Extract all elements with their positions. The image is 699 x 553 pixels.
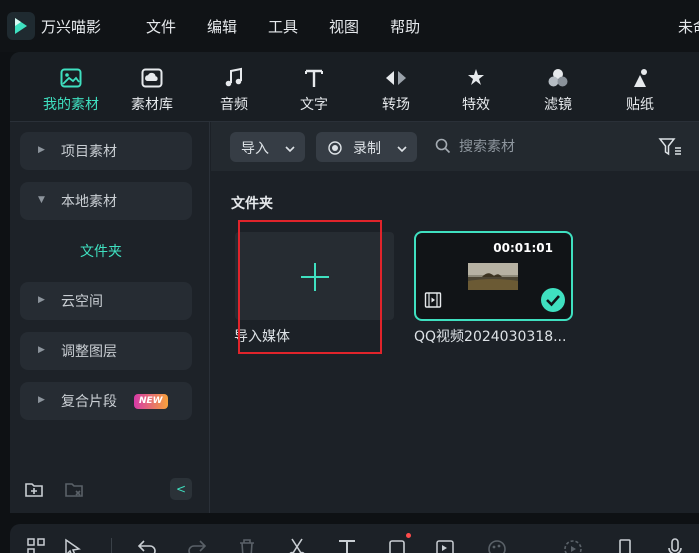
notification-dot xyxy=(406,533,411,538)
sidebar-item-compound-clip[interactable]: ▶ 复合片段 NEW xyxy=(20,382,192,420)
sidebar-item-cloud[interactable]: ▶ 云空间 xyxy=(20,282,192,320)
menu-bar: 文件 编辑 工具 视图 帮助 xyxy=(146,16,451,37)
stock-media-icon xyxy=(140,66,164,90)
tab-label: 转场 xyxy=(382,97,410,113)
sidebar-item-adjustment-layer[interactable]: ▶ 调整图层 xyxy=(20,332,192,370)
redo-icon[interactable] xyxy=(186,537,208,553)
marker-icon[interactable] xyxy=(614,537,636,553)
menu-edit[interactable]: 编辑 xyxy=(207,16,237,37)
media-toolbar: 导入 录制 xyxy=(211,122,699,171)
media-panel: 我的素材 素材库 音频 文字 转场 特效 滤镜 贴纸 ▶ 项目素材 ▼ 本地素材… xyxy=(10,52,699,513)
tab-label: 特效 xyxy=(462,97,490,113)
folder-section-title: 文件夹 xyxy=(231,196,273,212)
import-button[interactable]: 导入 xyxy=(230,132,305,162)
menu-file[interactable]: 文件 xyxy=(146,16,176,37)
tab-stickers[interactable]: 贴纸 xyxy=(604,52,676,122)
sidebar-item-label: 云空间 xyxy=(61,294,103,310)
pointer-icon[interactable] xyxy=(62,537,84,553)
text-tool-icon[interactable] xyxy=(336,537,358,553)
record-icon xyxy=(328,140,342,155)
chevron-down-icon xyxy=(284,140,296,153)
tab-label: 我的素材 xyxy=(43,97,99,113)
tab-label: 音频 xyxy=(220,97,248,113)
app-logo-icon xyxy=(7,12,35,40)
tab-transition[interactable]: 转场 xyxy=(360,52,432,122)
filter-sort-icon[interactable] xyxy=(658,136,682,158)
tab-label: 贴纸 xyxy=(626,97,654,113)
video-duration: 00:01:01 xyxy=(493,241,553,255)
tab-label: 素材库 xyxy=(131,97,173,113)
caret-right-icon: ▶ xyxy=(38,295,45,305)
transition-icon xyxy=(384,66,408,90)
plus-icon xyxy=(300,262,330,292)
caret-right-icon: ▶ xyxy=(38,395,45,405)
sidebar-item-local-media[interactable]: ▼ 本地素材 xyxy=(20,182,192,220)
filter-icon xyxy=(546,66,570,90)
menu-view[interactable]: 视图 xyxy=(329,16,359,37)
menu-tools[interactable]: 工具 xyxy=(268,16,298,37)
add-folder-icon[interactable] xyxy=(24,480,46,500)
text-icon xyxy=(302,66,326,90)
audio-icon xyxy=(222,66,246,90)
tab-my-media[interactable]: 我的素材 xyxy=(35,52,107,122)
record-button[interactable]: 录制 xyxy=(316,132,417,162)
crop-icon[interactable] xyxy=(386,537,408,553)
record-label: 录制 xyxy=(353,141,381,157)
render-icon[interactable] xyxy=(562,537,584,553)
tab-label: 滤镜 xyxy=(544,97,572,113)
import-media-label: 导入媒体 xyxy=(234,329,290,345)
my-media-icon xyxy=(59,66,83,90)
chevron-down-icon xyxy=(396,140,408,153)
sidebar-item-label: 本地素材 xyxy=(61,194,117,210)
caret-down-icon: ▼ xyxy=(38,195,45,205)
caret-right-icon: ▶ xyxy=(38,145,45,155)
video-clip-name: QQ视频2024030318... xyxy=(414,329,567,345)
app-name: 万兴喵影 xyxy=(41,18,102,36)
tab-filters[interactable]: 滤镜 xyxy=(522,52,594,122)
video-clip-tile[interactable]: 00:01:01 xyxy=(414,231,573,321)
toolbar-divider xyxy=(111,538,112,553)
tab-audio[interactable]: 音频 xyxy=(198,52,270,122)
layout-icon[interactable] xyxy=(26,537,48,553)
check-icon xyxy=(540,287,566,313)
tab-effects[interactable]: 特效 xyxy=(440,52,512,122)
sidebar: ▶ 项目素材 ▼ 本地素材 文件夹 ▶ 云空间 ▶ 调整图层 ▶ 复合片段 NE… xyxy=(10,122,210,513)
remove-folder-icon[interactable] xyxy=(64,480,86,500)
effects-icon xyxy=(464,66,488,90)
mic-icon[interactable] xyxy=(664,537,686,553)
sidebar-item-folder[interactable]: 文件夹 xyxy=(80,241,122,261)
sidebar-item-project-media[interactable]: ▶ 项目素材 xyxy=(20,132,192,170)
title-bar: 万兴喵影 文件 编辑 工具 视图 帮助 未命 xyxy=(0,0,699,52)
video-thumbnail xyxy=(468,263,518,290)
tab-label: 文字 xyxy=(300,97,328,113)
undo-icon[interactable] xyxy=(136,537,158,553)
caret-right-icon: ▶ xyxy=(38,345,45,355)
media-content: 导入 录制 文件夹 xyxy=(211,122,699,513)
film-icon xyxy=(424,291,442,309)
search-input[interactable] xyxy=(459,134,609,160)
new-badge: NEW xyxy=(134,394,168,409)
import-label: 导入 xyxy=(241,141,269,157)
timeline-toolbar xyxy=(10,524,699,553)
project-title: 未命 xyxy=(678,18,699,36)
tab-stock-media[interactable]: 素材库 xyxy=(116,52,188,122)
speed-icon[interactable] xyxy=(434,537,456,553)
sidebar-item-label: 调整图层 xyxy=(61,344,117,360)
menu-help[interactable]: 帮助 xyxy=(390,16,420,37)
tab-text[interactable]: 文字 xyxy=(278,52,350,122)
sidebar-item-label: 项目素材 xyxy=(61,144,117,160)
import-media-tile[interactable] xyxy=(235,232,394,320)
sidebar-item-label: 复合片段 xyxy=(61,394,117,410)
cut-icon[interactable] xyxy=(286,537,308,553)
color-icon[interactable] xyxy=(486,537,508,553)
sticker-icon xyxy=(628,66,652,90)
delete-icon[interactable] xyxy=(236,537,258,553)
collapse-sidebar-button[interactable]: < xyxy=(170,478,192,500)
search-icon xyxy=(435,138,451,154)
tab-bar: 我的素材 素材库 音频 文字 转场 特效 滤镜 贴纸 xyxy=(10,52,699,122)
